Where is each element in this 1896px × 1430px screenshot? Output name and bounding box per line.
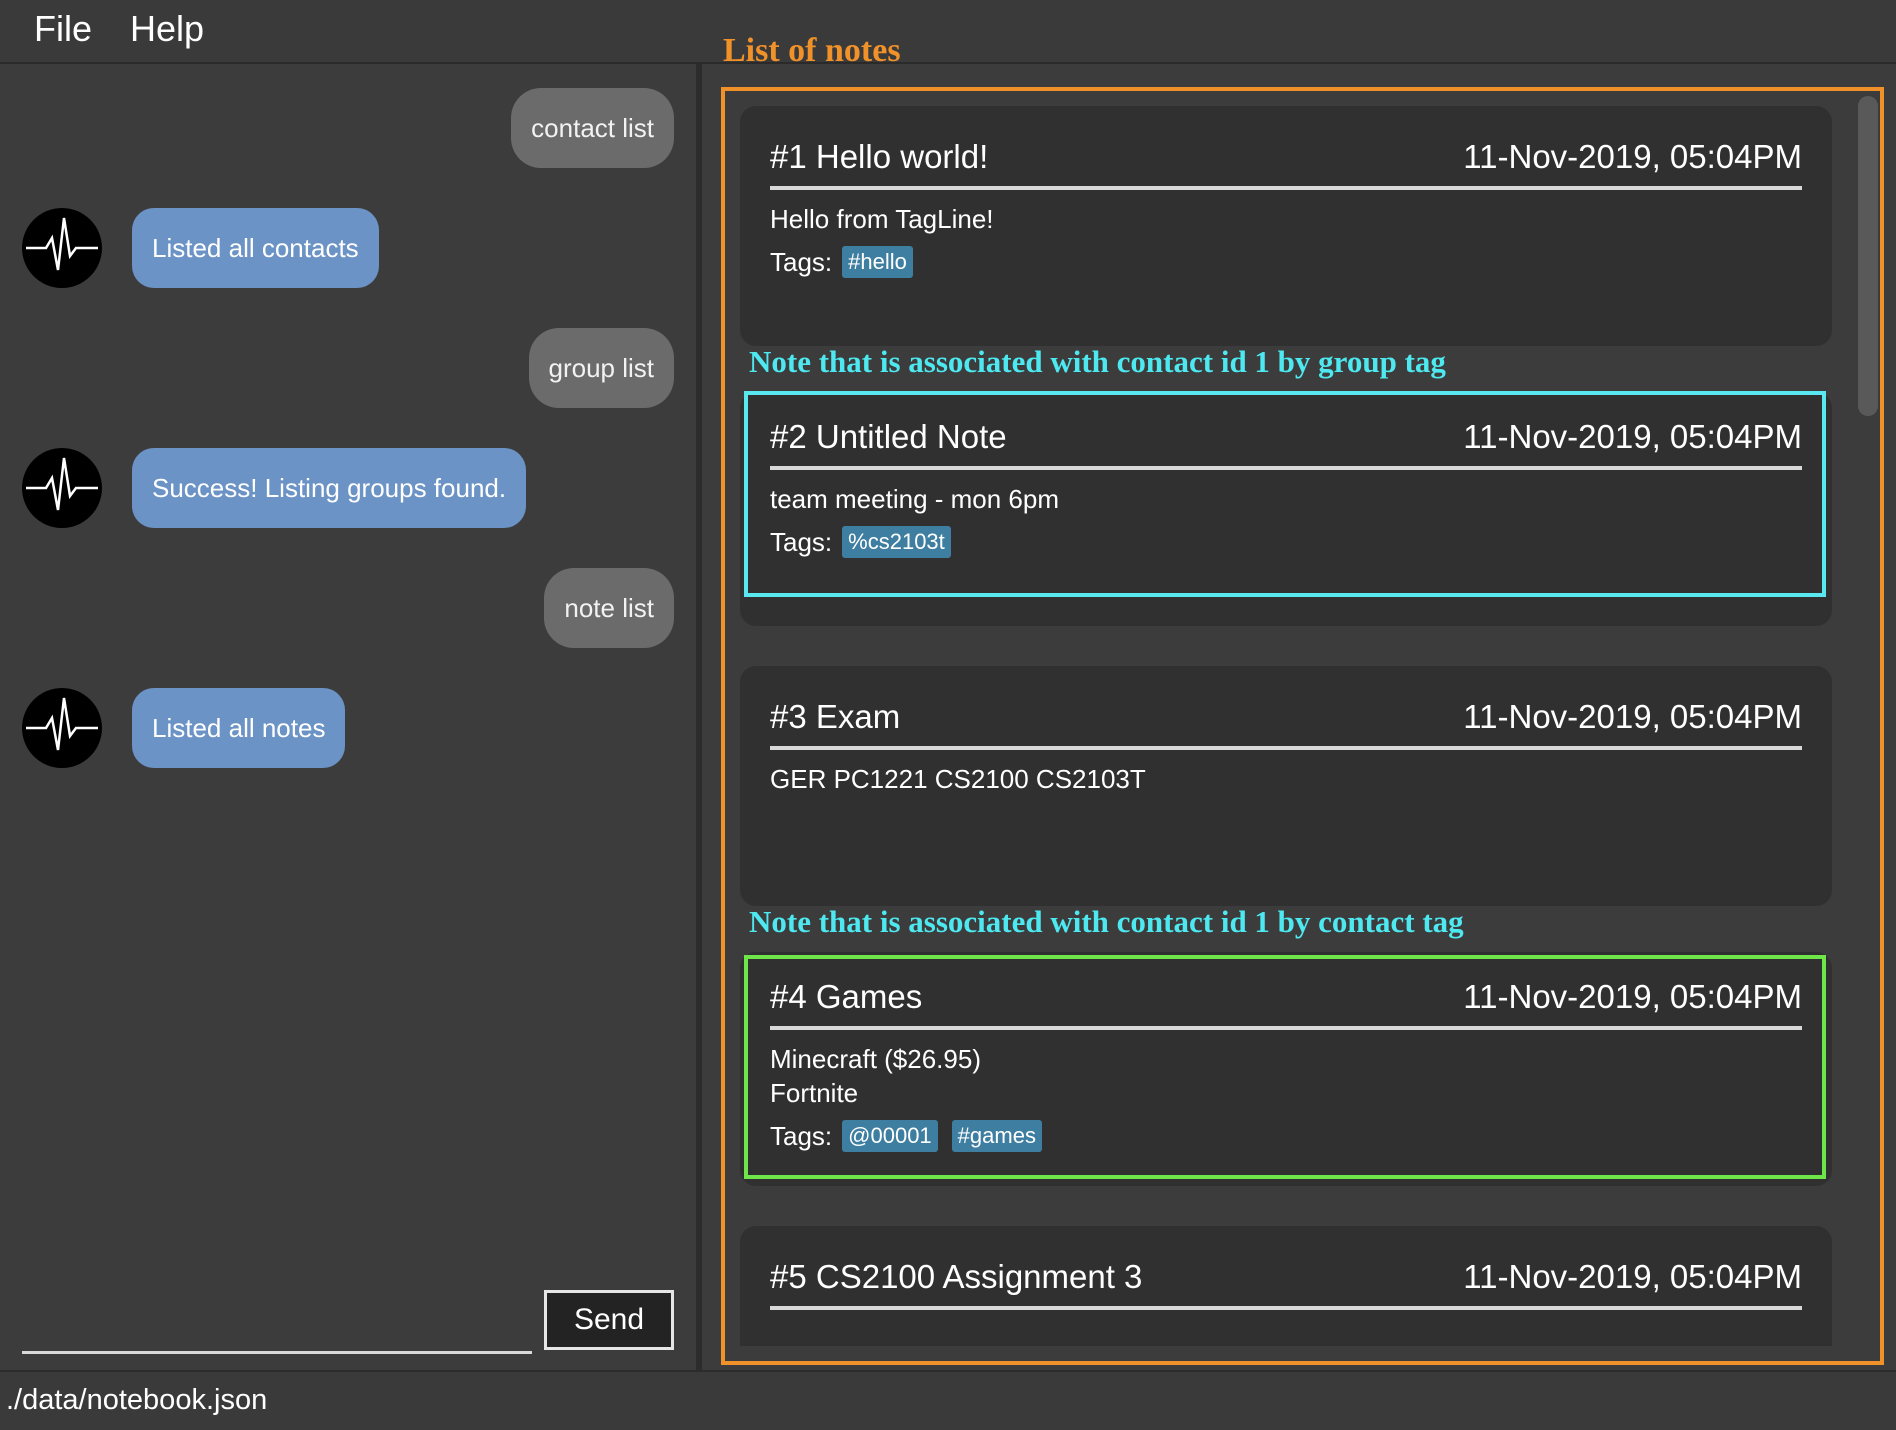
- note-content: GER PC1221 CS2100 CS2103T: [770, 764, 1146, 794]
- note-content: Hello from TagLine!: [770, 204, 994, 234]
- group-tag-highlight: [744, 391, 1826, 597]
- contact-tag-highlight: [744, 955, 1826, 1179]
- tag-badge: #hello: [842, 246, 913, 278]
- chat-pane: contact list Listed all contacts group l…: [0, 64, 696, 1370]
- note-title: #1 Hello world!: [770, 138, 989, 175]
- heartbeat-icon: [22, 208, 102, 288]
- notes-heading: List of notes: [723, 32, 901, 69]
- note-date: 11-Nov-2019, 05:04PM: [1463, 1258, 1802, 1295]
- note-date: 11-Nov-2019, 05:04PM: [1463, 138, 1802, 175]
- send-button[interactable]: Send: [544, 1290, 674, 1350]
- menu-file[interactable]: File: [34, 8, 92, 50]
- status-bar: ./data/notebook.json: [0, 1370, 1896, 1430]
- note-date: 11-Nov-2019, 05:04PM: [1463, 698, 1802, 735]
- annotation-group-tag: Note that is associated with contact id …: [749, 344, 1446, 379]
- data-file-path: ./data/notebook.json: [6, 1384, 268, 1416]
- note-card[interactable]: #3 Exam 11-Nov-2019, 05:04PM GER PC1221 …: [740, 666, 1832, 906]
- note-card[interactable]: #1 Hello world! 11-Nov-2019, 05:04PM Hel…: [740, 106, 1832, 346]
- note-card[interactable]: #5 CS2100 Assignment 3 11-Nov-2019, 05:0…: [740, 1226, 1832, 1346]
- bot-message: Listed all contacts: [132, 208, 379, 288]
- note-title: #3 Exam: [770, 698, 901, 735]
- heartbeat-icon: [22, 688, 102, 768]
- note-divider: [770, 186, 1802, 190]
- menu-bar: File Help: [0, 0, 1896, 64]
- user-message: note list: [544, 568, 674, 648]
- note-title: #5 CS2100 Assignment 3: [770, 1258, 1143, 1295]
- note-divider: [770, 1306, 1802, 1310]
- annotation-contact-tag: Note that is associated with contact id …: [749, 904, 1464, 939]
- menu-help[interactable]: Help: [130, 8, 204, 50]
- note-tags: Tags: #hello: [770, 246, 913, 278]
- bot-message: Success! Listing groups found.: [132, 448, 527, 528]
- user-message: group list: [528, 328, 674, 408]
- heartbeat-icon: [22, 448, 102, 528]
- tags-label: Tags:: [770, 246, 833, 277]
- user-message: contact list: [511, 88, 674, 168]
- bot-message: Listed all notes: [132, 688, 346, 768]
- notes-scrollbar-thumb[interactable]: [1858, 96, 1878, 416]
- pane-divider[interactable]: [696, 64, 702, 1370]
- note-divider: [770, 746, 1802, 750]
- command-input[interactable]: [22, 1298, 532, 1354]
